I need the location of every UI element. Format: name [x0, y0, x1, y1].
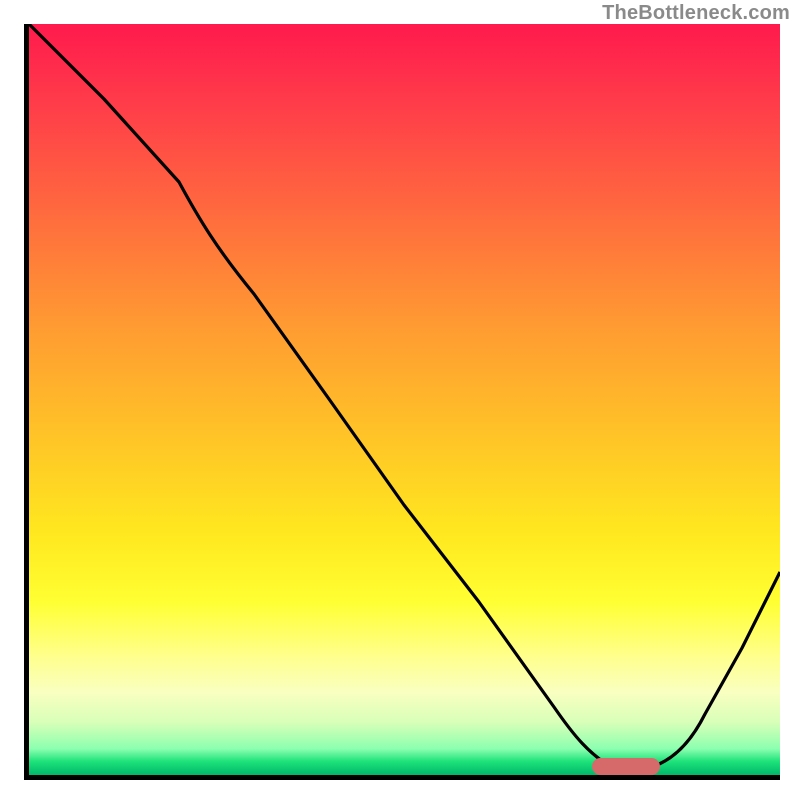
plot-area [24, 24, 780, 780]
watermark-text: TheBottleneck.com [602, 2, 790, 25]
bottleneck-chart: TheBottleneck.com [0, 0, 800, 800]
bottleneck-curve-path [29, 24, 780, 769]
curve-layer [29, 24, 780, 775]
optimal-range-marker [592, 758, 660, 775]
